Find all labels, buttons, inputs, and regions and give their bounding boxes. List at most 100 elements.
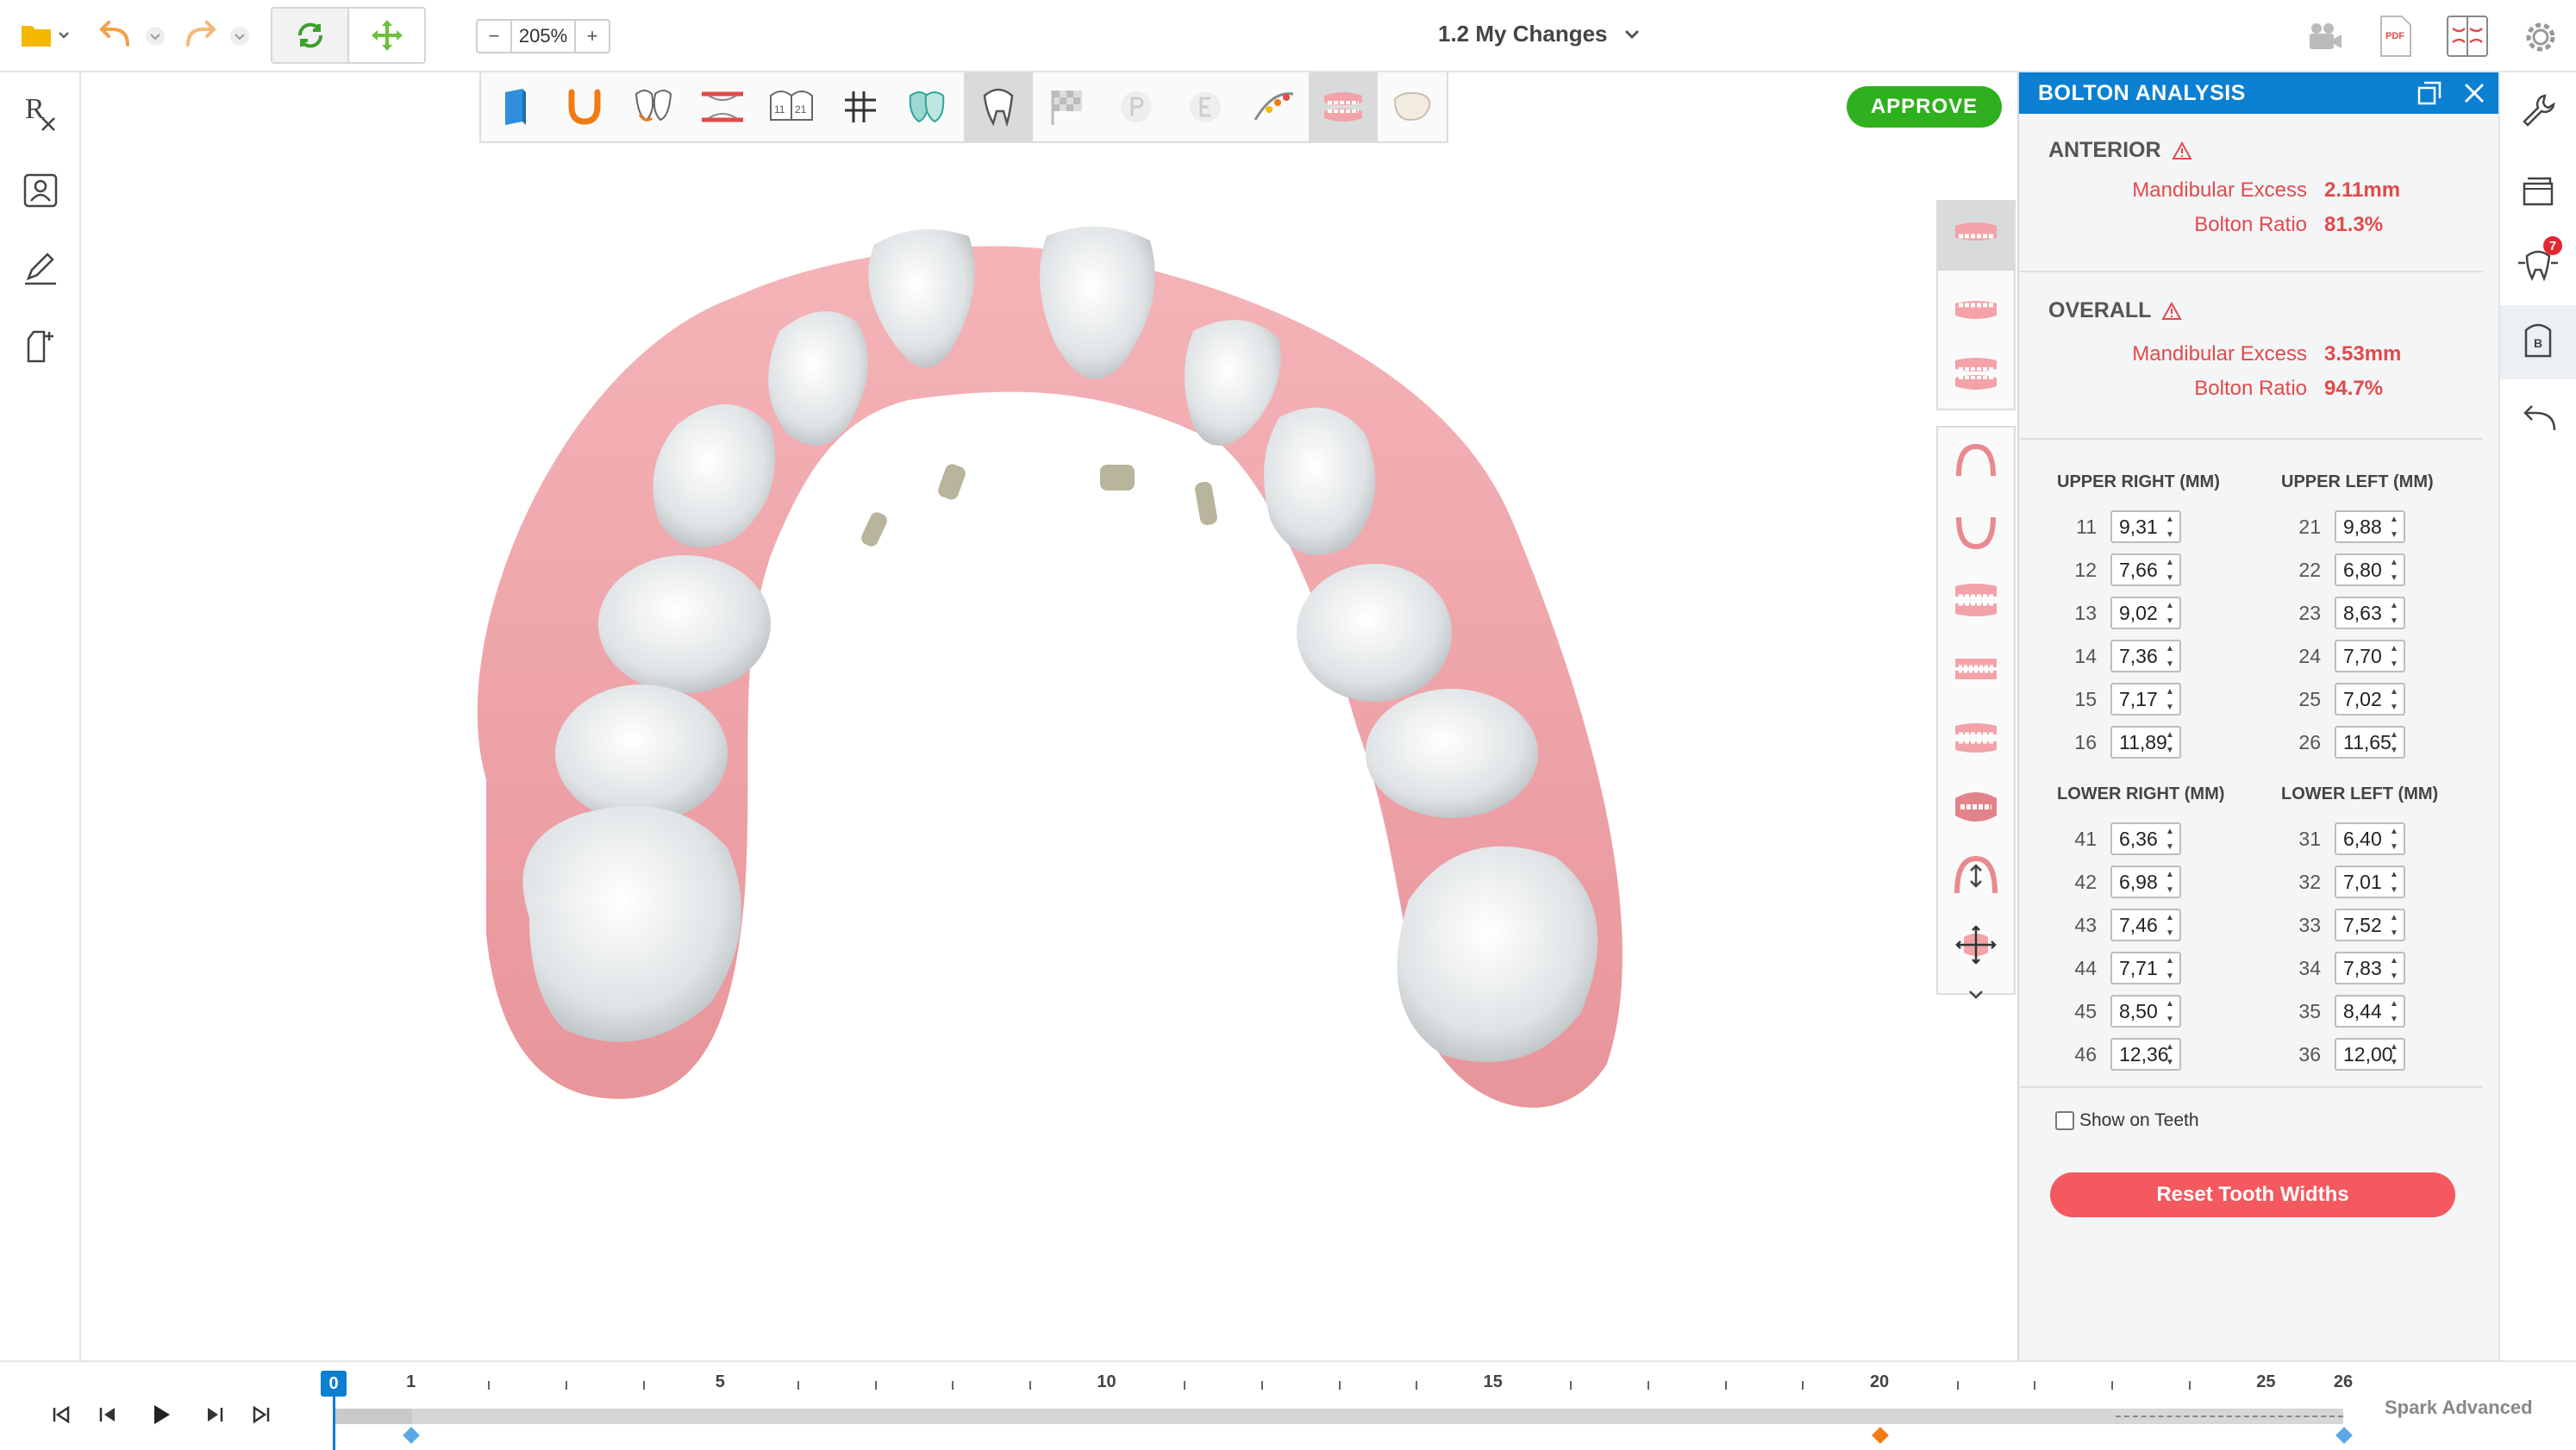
tooth-width-input[interactable]: 8,50 ▲ ▼ [2110,995,2181,1028]
view-left[interactable] [1938,703,2014,772]
stage-label[interactable]: 25 [2256,1372,2275,1392]
stepper-down-icon[interactable]: ▼ [2166,972,2174,982]
tools-button[interactable] [2500,74,2576,148]
stage-tick[interactable] [952,1381,954,1390]
width-stepper[interactable]: ▲ ▼ [2164,515,2176,541]
stepper-down-icon[interactable]: ▼ [2166,1058,2174,1068]
stepper-down-icon[interactable]: ▼ [2390,573,2398,584]
view-front[interactable] [1938,634,2014,703]
view-right[interactable] [1938,566,2014,634]
stage-tick[interactable] [1029,1381,1031,1390]
reset-tooth-widths-button[interactable]: Reset Tooth Widths [2050,1172,2455,1217]
stepper-down-icon[interactable]: ▼ [2390,659,2398,670]
stepper-up-icon[interactable]: ▲ [2166,870,2174,880]
stepper-down-icon[interactable]: ▼ [2166,746,2174,756]
tooth-width-input[interactable]: 9,02 ▲ ▼ [2110,597,2181,629]
stepper-up-icon[interactable]: ▲ [2390,870,2398,880]
tooth-width-input[interactable]: 9,31 ▲ ▼ [2110,510,2181,543]
redo-button[interactable] [179,17,257,55]
settings-button[interactable] [2517,14,2564,60]
tooth-width-input[interactable]: 11,89 ▲ ▼ [2110,726,2181,759]
pdf-export-button[interactable]: PDF [2373,12,2417,60]
revert-button[interactable] [2500,384,2576,459]
attachment-diamond[interactable] [403,1427,420,1444]
stage-tick[interactable] [1570,1381,1572,1390]
stage-tick[interactable] [642,1381,645,1390]
tooth-width-input[interactable]: 7,71 ▲ ▼ [2110,952,2181,984]
move-button[interactable] [349,9,424,62]
width-stepper[interactable]: ▲ ▼ [2388,956,2400,982]
play-button[interactable] [147,1400,176,1429]
records-button[interactable] [2500,153,2576,228]
tooth-width-input[interactable]: 8,44 ▲ ▼ [2335,995,2405,1028]
tooth-width-input[interactable]: 6,98 ▲ ▼ [2110,866,2181,898]
stepper-up-icon[interactable]: ▲ [2166,644,2174,654]
tool-grid[interactable] [826,72,895,141]
stepper-down-icon[interactable]: ▼ [2390,1058,2398,1068]
stepper-up-icon[interactable]: ▲ [2390,515,2398,525]
stepper-up-icon[interactable]: ▲ [2390,956,2398,966]
width-stepper[interactable]: ▲ ▼ [2388,1042,2400,1068]
stage-label[interactable]: 15 [1484,1372,1503,1392]
stepper-up-icon[interactable]: ▲ [2390,558,2398,568]
view-lower-jaw[interactable] [1938,271,2014,340]
end-diamond[interactable] [2335,1427,2353,1444]
stepper-down-icon[interactable]: ▼ [2390,746,2398,756]
tooth-width-input[interactable]: 7,01 ▲ ▼ [2335,866,2405,898]
width-stepper[interactable]: ▲ ▼ [2164,827,2176,853]
ipr-diamond[interactable] [1872,1427,1889,1444]
stepper-down-icon[interactable]: ▼ [2390,885,2398,896]
patient-info-button[interactable] [19,169,62,212]
tool-overbite[interactable] [688,72,757,141]
width-stepper[interactable]: ▲ ▼ [2164,730,2176,756]
stepper-up-icon[interactable]: ▲ [2166,956,2174,966]
stepper-down-icon[interactable]: ▼ [2390,972,2398,982]
width-stepper[interactable]: ▲ ▼ [2388,644,2400,670]
tooth-width-input[interactable]: 7,46 ▲ ▼ [2110,909,2181,941]
stepper-up-icon[interactable]: ▲ [2166,730,2174,741]
width-stepper[interactable]: ▲ ▼ [2164,956,2176,982]
open-folder-button[interactable] [16,17,76,55]
stepper-down-icon[interactable]: ▼ [2390,703,2398,713]
view-upper-jaw[interactable] [1938,202,2014,271]
stepper-up-icon[interactable]: ▲ [2390,999,2398,1009]
stage-tick[interactable] [1416,1381,1418,1390]
tool-tooth-pair[interactable] [619,72,688,141]
zoom-out-button[interactable]: − [478,21,510,52]
stepper-up-icon[interactable]: ▲ [2390,827,2398,837]
width-stepper[interactable]: ▲ ▼ [2388,558,2400,584]
width-stepper[interactable]: ▲ ▼ [2388,870,2400,896]
width-stepper[interactable]: ▲ ▼ [2388,913,2400,939]
view-occlusal-upper[interactable] [1938,428,2014,497]
bolton-button[interactable]: B [2500,305,2576,379]
width-stepper[interactable]: ▲ ▼ [2164,1042,2176,1068]
stage-tick[interactable] [1338,1381,1341,1390]
stage-tick[interactable] [1260,1381,1263,1390]
stage-tick[interactable] [2111,1381,2114,1390]
tooth-width-input[interactable]: 6,40 ▲ ▼ [2335,822,2405,855]
stage-label[interactable]: 20 [1870,1372,1889,1392]
tool-superimpose[interactable] [895,72,964,141]
view-rotate[interactable] [1938,910,2014,979]
stepper-up-icon[interactable]: ▲ [2166,1042,2174,1053]
stepper-up-icon[interactable]: ▲ [2390,644,2398,654]
tooth-width-input[interactable]: 11,65 ▲ ▼ [2335,726,2405,759]
stepper-up-icon[interactable]: ▲ [2166,913,2174,923]
prescription-button[interactable]: R [19,91,62,134]
tooth-width-input[interactable]: 12,00 ▲ ▼ [2335,1038,2405,1071]
stepper-down-icon[interactable]: ▼ [2390,1015,2398,1025]
stage-cursor[interactable] [333,1393,335,1450]
stage-tick[interactable] [2034,1381,2036,1390]
stepper-up-icon[interactable]: ▲ [2390,913,2398,923]
stage-tick[interactable] [797,1381,799,1390]
stepper-down-icon[interactable]: ▼ [2166,703,2174,713]
stepper-up-icon[interactable]: ▲ [2390,601,2398,611]
stepper-down-icon[interactable]: ▼ [2166,1015,2174,1025]
stepper-up-icon[interactable]: ▲ [2166,558,2174,568]
tool-tooth-numbering[interactable]: 11 21 [757,72,826,141]
tool-jaws[interactable] [1309,72,1378,141]
view-back[interactable] [1938,772,2014,841]
stepper-down-icon[interactable]: ▼ [2166,616,2174,627]
width-stepper[interactable]: ▲ ▼ [2388,827,2400,853]
width-stepper[interactable]: ▲ ▼ [2164,913,2176,939]
